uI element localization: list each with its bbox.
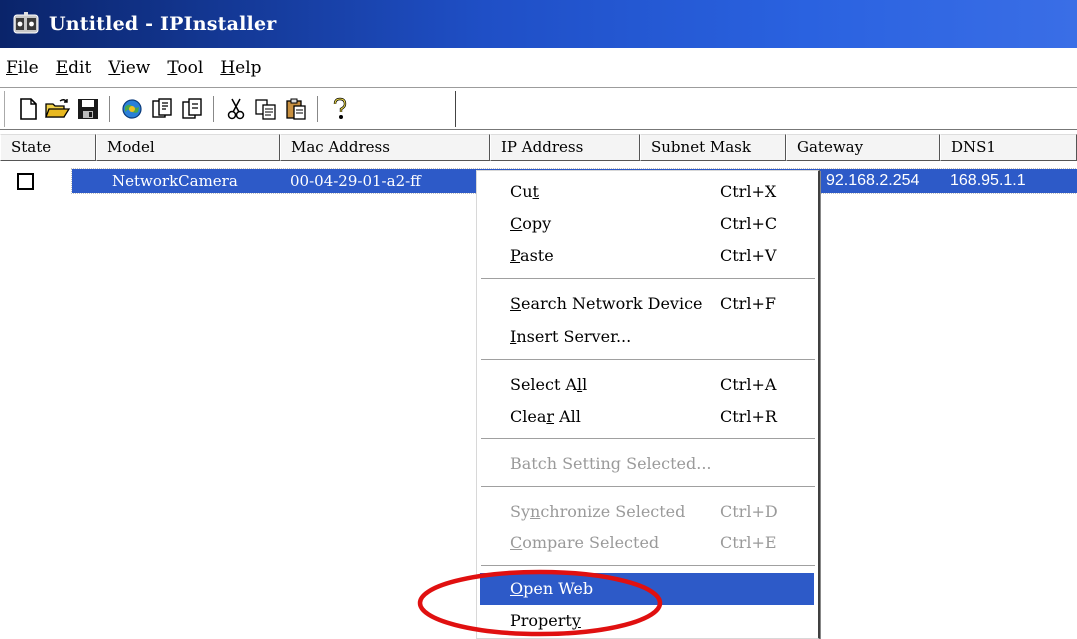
shortcut-synchronize: Ctrl+D [720, 502, 778, 521]
property-icon[interactable] [179, 95, 205, 123]
menu-item-compare-selected: Compare Selected Ctrl+E [480, 527, 814, 559]
menu-file[interactable]: File [6, 58, 39, 78]
shortcut-cut: Ctrl+X [720, 182, 777, 201]
menu-item-cut[interactable]: Cut Ctrl+X [480, 176, 814, 208]
title-bar: Untitled - IPInstaller [0, 0, 1077, 48]
menu-item-clear-all[interactable]: Clear All Ctrl+R [480, 401, 814, 433]
shortcut-paste: Ctrl+V [720, 246, 777, 265]
save-icon[interactable] [75, 95, 101, 123]
menu-tool[interactable]: Tool [167, 58, 203, 78]
insert-server-icon[interactable] [149, 95, 175, 123]
menu-separator [481, 438, 815, 442]
menu-item-copy[interactable]: Copy Ctrl+C [480, 208, 814, 240]
window-title: Untitled - IPInstaller [49, 13, 277, 35]
column-header-dns1[interactable]: DNS1 [940, 134, 1077, 161]
search-network-icon[interactable] [119, 95, 145, 123]
menu-item-open-web[interactable]: Open Web [480, 573, 814, 605]
shortcut-search: Ctrl+F [720, 294, 776, 313]
menu-item-paste[interactable]: Paste Ctrl+V [480, 240, 814, 272]
toolbar [0, 89, 1077, 130]
new-file-icon[interactable] [15, 95, 41, 123]
menu-item-select-all[interactable]: Select All Ctrl+A [480, 369, 814, 401]
menu-view-rest: iew [120, 57, 151, 78]
shortcut-compare: Ctrl+E [720, 533, 777, 552]
cell-model: NetworkCamera [112, 172, 238, 190]
cell-dns1: 168.95.1.1 [950, 172, 1026, 189]
menu-item-insert-server[interactable]: Insert Server... [480, 321, 814, 353]
context-menu: Cut Ctrl+X Copy Ctrl+C Paste Ctrl+V Sear… [476, 170, 820, 639]
state-checkbox[interactable] [17, 173, 34, 190]
menu-edit-rest: dit [68, 57, 92, 78]
menu-item-search-network-device[interactable]: Search Network Device Ctrl+F [480, 288, 814, 320]
toolbar-separator [109, 96, 113, 122]
cell-mac-address: 00-04-29-01-a2-ff [290, 172, 421, 190]
column-header-subnet-mask[interactable]: Subnet Mask [640, 134, 786, 161]
shortcut-select-all: Ctrl+A [720, 375, 777, 394]
toolbar-group [4, 91, 456, 127]
menu-separator [481, 565, 815, 569]
cell-gateway: 92.168.2.254 [826, 172, 920, 189]
menu-help-rest: elp [235, 57, 262, 78]
column-header-mac-address[interactable]: Mac Address [280, 134, 490, 161]
help-icon[interactable] [327, 95, 353, 123]
menu-edit[interactable]: Edit [56, 58, 92, 78]
paste-icon[interactable] [283, 95, 309, 123]
column-header-ip-address[interactable]: IP Address [490, 134, 640, 161]
menu-file-rest: ile [17, 57, 39, 78]
toolbar-separator [317, 96, 321, 122]
menu-bar: File Edit View Tool Help [0, 48, 1077, 88]
menu-separator [481, 278, 815, 282]
menu-separator [481, 486, 815, 490]
shortcut-copy: Ctrl+C [720, 214, 778, 233]
column-header-model[interactable]: Model [96, 134, 280, 161]
shortcut-clear-all: Ctrl+R [720, 407, 777, 426]
menu-help[interactable]: Help [220, 58, 261, 78]
ipinstaller-window: Untitled - IPInstaller File Edit View To… [0, 0, 1077, 639]
menu-tool-rest: ool [177, 57, 204, 78]
menu-item-batch-setting-selected: Batch Setting Selected... [510, 454, 712, 473]
list-header: State Model Mac Address IP Address Subne… [0, 134, 1077, 161]
column-header-state[interactable]: State [0, 134, 96, 161]
menu-item-synchronize-selected: Synchronize Selected Ctrl+D [480, 496, 814, 528]
app-logo-icon [13, 12, 39, 36]
cut-icon[interactable] [223, 95, 249, 123]
copy-icon[interactable] [253, 95, 279, 123]
menu-item-property[interactable]: Property [480, 605, 814, 637]
toolbar-separator [213, 96, 217, 122]
menu-separator [481, 359, 815, 363]
menu-view[interactable]: View [108, 58, 150, 78]
column-header-gateway[interactable]: Gateway [786, 134, 940, 161]
open-folder-icon[interactable] [45, 95, 71, 123]
